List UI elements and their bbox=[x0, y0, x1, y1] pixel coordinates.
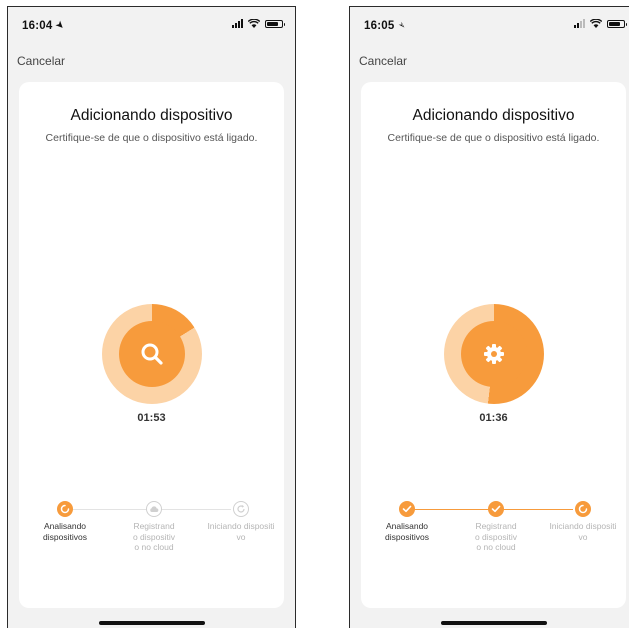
location-arrow-icon: ➤ bbox=[54, 18, 67, 32]
location-arrow-icon: ➢ bbox=[396, 18, 409, 32]
step-label: Registrando dispositivo no cloud bbox=[132, 521, 176, 552]
battery-icon bbox=[265, 19, 285, 28]
check-icon bbox=[399, 501, 415, 517]
cellular-signal-icon bbox=[574, 19, 585, 28]
status-bar: 16:04 ➤ bbox=[8, 7, 295, 43]
step-label: Analisando dispositivos bbox=[385, 521, 429, 542]
page-subtitle: Certifique-se de que o dispositivo está … bbox=[45, 132, 258, 144]
step-label: Registrando dispositivo no cloud bbox=[474, 521, 518, 552]
restart-icon bbox=[233, 501, 249, 517]
step-label: Analisando dispositivos bbox=[43, 521, 87, 542]
progress-card: Adicionando dispositivo Certifique-se de… bbox=[19, 82, 284, 608]
home-indicator[interactable] bbox=[440, 621, 547, 625]
home-indicator[interactable] bbox=[98, 621, 205, 625]
loading-icon bbox=[57, 501, 73, 517]
progress-card: Adicionando dispositivo Certifique-se de… bbox=[361, 82, 626, 608]
step-analyzing: Analisando dispositivos bbox=[372, 501, 442, 542]
phone-screen-2: 16:05 ➢ Cancelar Adicionando dispositivo … bbox=[349, 6, 629, 628]
battery-icon bbox=[607, 19, 627, 28]
check-icon bbox=[488, 501, 504, 517]
page-title: Adicionando dispositivo bbox=[412, 107, 575, 124]
step-label: Iniciando dispositivo bbox=[549, 521, 617, 542]
status-time: 16:05 ➢ bbox=[364, 18, 409, 32]
step-label: Iniciando dispositivo bbox=[207, 521, 275, 542]
progress-ring bbox=[443, 304, 544, 404]
wifi-icon bbox=[590, 19, 602, 28]
step-initializing: Iniciando dispositivo bbox=[548, 501, 618, 542]
step-registering: Registrando dispositivo no cloud bbox=[461, 501, 531, 553]
page-subtitle: Certifique-se de que o dispositivo está … bbox=[387, 132, 600, 144]
status-time: 16:04 ➤ bbox=[22, 18, 67, 32]
search-icon bbox=[118, 321, 185, 387]
step-initializing: Iniciando dispositivo bbox=[206, 501, 276, 542]
cellular-signal-icon bbox=[232, 19, 243, 28]
gear-icon bbox=[460, 321, 527, 387]
step-registering: Registrando dispositivo no cloud bbox=[119, 501, 189, 553]
cancel-button[interactable]: Cancelar bbox=[359, 54, 407, 68]
progress-ring bbox=[101, 304, 202, 404]
page-title: Adicionando dispositivo bbox=[70, 107, 233, 124]
countdown-timer: 01:53 bbox=[137, 412, 166, 424]
countdown-timer: 01:36 bbox=[479, 412, 508, 424]
step-analyzing: Analisando dispositivos bbox=[30, 501, 100, 542]
wifi-icon bbox=[248, 19, 260, 28]
phone-screen-1: 16:04 ➤ Cancelar Adicionando dispositivo … bbox=[7, 6, 296, 628]
cancel-button[interactable]: Cancelar bbox=[17, 54, 65, 68]
status-bar: 16:05 ➢ bbox=[350, 7, 629, 43]
cloud-icon bbox=[146, 501, 162, 517]
loading-icon bbox=[575, 501, 591, 517]
